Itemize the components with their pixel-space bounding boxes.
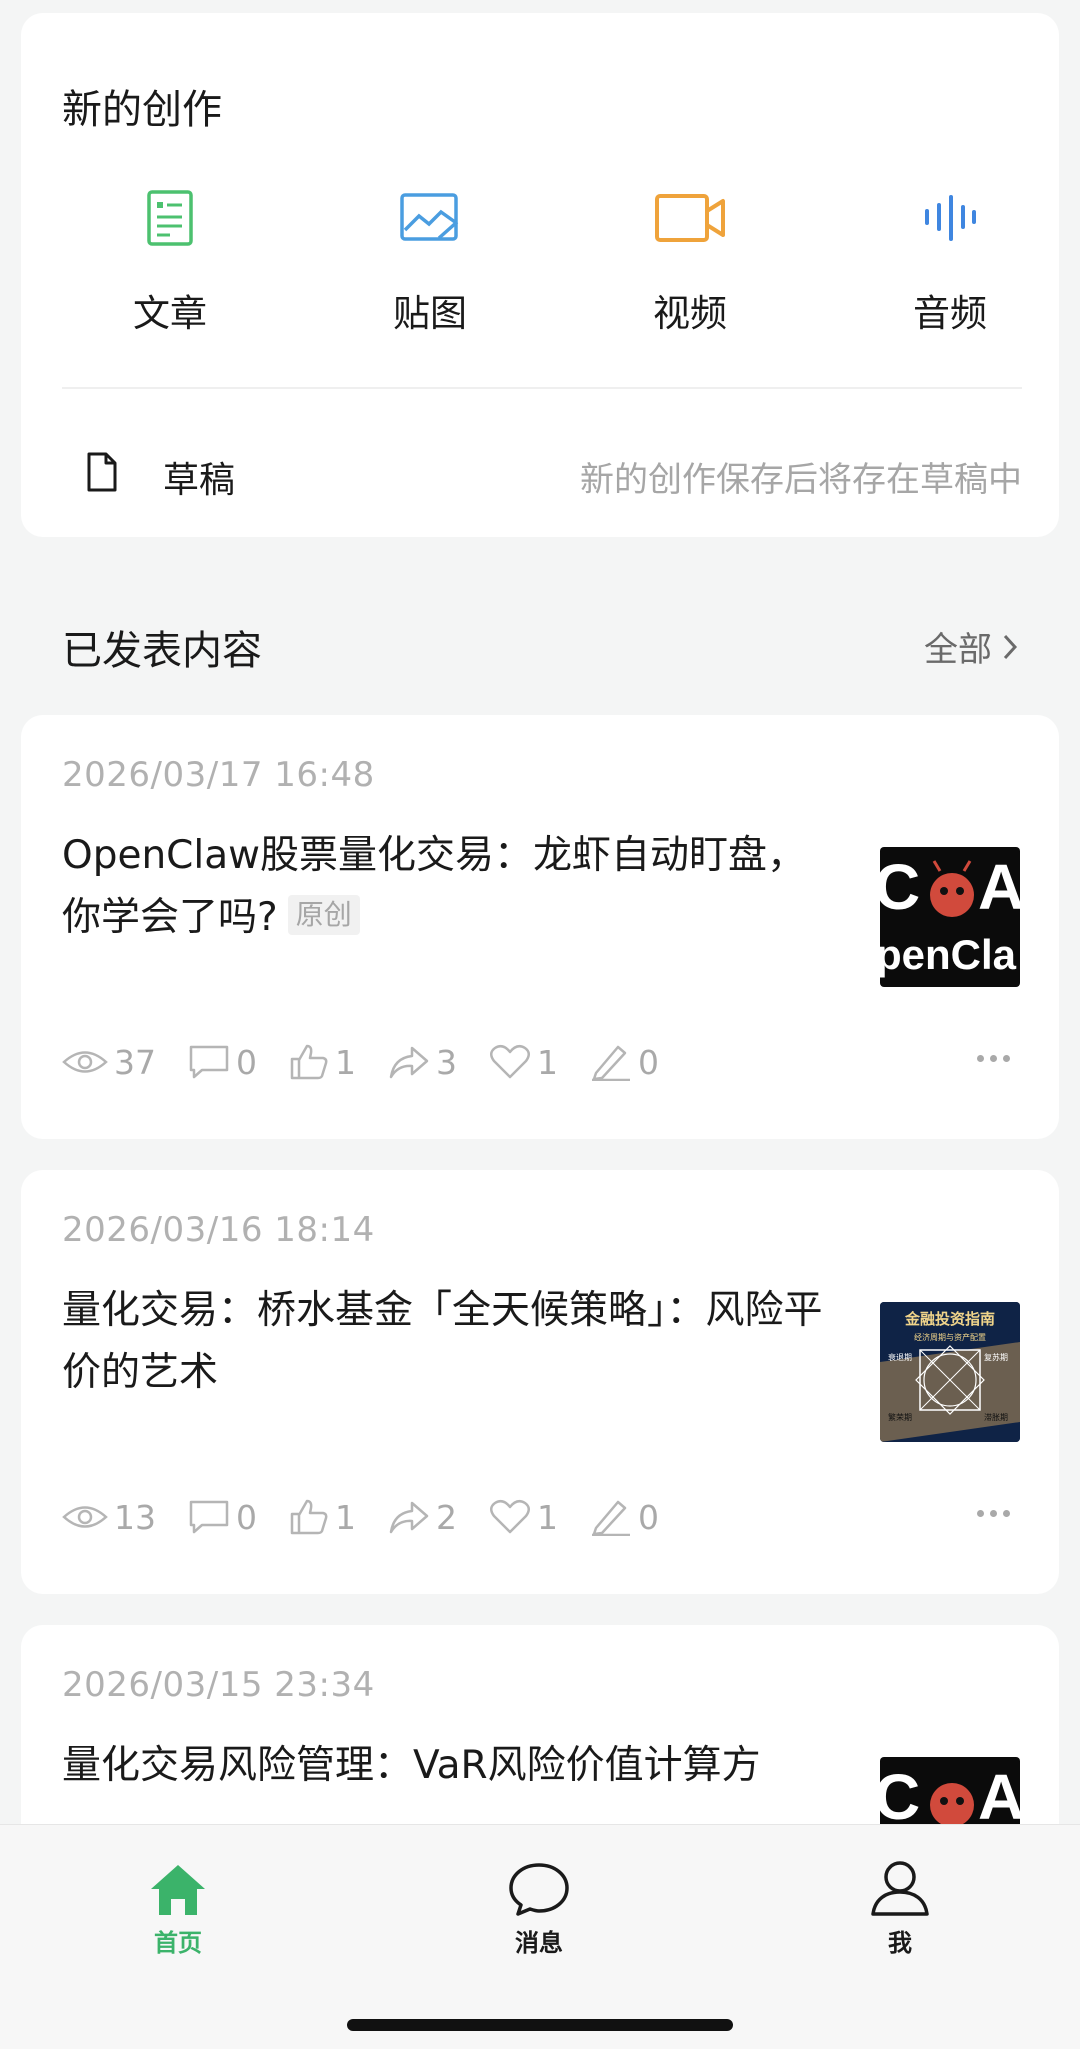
views-stat: 37 xyxy=(62,1043,156,1082)
tab-messages-label: 消息 xyxy=(515,1929,563,1957)
user-icon xyxy=(820,1855,980,1917)
article-icon xyxy=(70,183,270,253)
tab-messages[interactable]: 消息 xyxy=(459,1855,619,1958)
post-title-text: OpenClaw股票量化交易：龙虾自动盯盘，你学会了吗? xyxy=(62,833,807,940)
likes-stat: 1 xyxy=(289,1043,356,1082)
more-options-icon[interactable] xyxy=(977,1510,1010,1517)
heart-icon xyxy=(490,1499,530,1534)
thumbs-up-icon xyxy=(290,1044,328,1080)
shares-stat: 3 xyxy=(388,1043,457,1082)
likes-count: 1 xyxy=(335,1042,356,1082)
drafts-hint: 新的创作保存后将存在草稿中 xyxy=(580,460,1022,500)
tab-me-label: 我 xyxy=(888,1929,912,1957)
thumbnail-title: 金融投资指南 xyxy=(904,1310,995,1328)
svg-text:A: A xyxy=(978,851,1020,923)
post-stats: 37 0 1 3 1 0 xyxy=(62,1039,691,1085)
create-image-button[interactable]: 贴图 xyxy=(330,183,530,343)
more-options-icon[interactable] xyxy=(977,1055,1010,1062)
post-date: 2026/03/15 23:34 xyxy=(62,1665,375,1705)
post-card[interactable]: 2026/03/17 16:48 OpenClaw股票量化交易：龙虾自动盯盘，你… xyxy=(21,715,1059,1139)
notes-stat: 0 xyxy=(590,1498,659,1537)
document-icon xyxy=(86,451,118,497)
shares-count: 3 xyxy=(436,1042,457,1082)
svg-text:C: C xyxy=(880,851,920,923)
post-card[interactable]: 2026/03/16 18:14 量化交易：桥水基金「全天候策略」：风险平价的艺… xyxy=(21,1170,1059,1594)
views-count: 37 xyxy=(114,1042,156,1082)
comments-count: 0 xyxy=(236,1042,257,1082)
notes-stat: 0 xyxy=(590,1043,659,1082)
comment-icon xyxy=(189,1045,229,1079)
post-stats: 13 0 1 2 1 0 xyxy=(62,1494,691,1540)
shares-stat: 2 xyxy=(388,1498,457,1537)
chevron-right-icon xyxy=(1003,634,1018,659)
notes-count: 0 xyxy=(638,1497,659,1537)
create-video-label: 视频 xyxy=(653,292,727,335)
thumbs-up-icon xyxy=(290,1499,328,1535)
share-icon xyxy=(389,1046,429,1079)
drafts-label: 草稿 xyxy=(163,460,236,501)
favorites-count: 1 xyxy=(537,1497,558,1537)
create-image-label: 贴图 xyxy=(393,292,467,335)
tab-me[interactable]: 我 xyxy=(820,1855,980,1958)
likes-count: 1 xyxy=(335,1497,356,1537)
video-icon xyxy=(590,183,790,253)
comments-stat: 0 xyxy=(188,1498,257,1537)
post-title: 量化交易：桥水基金「全天候策略」：风险平价的艺术 xyxy=(62,1280,842,1404)
post-date: 2026/03/17 16:48 xyxy=(62,755,375,795)
thumbnail-text: penCla xyxy=(880,931,1017,978)
favorites-stat: 1 xyxy=(489,1498,558,1537)
home-indicator xyxy=(347,2019,733,2031)
divider xyxy=(62,387,1022,389)
pen-icon xyxy=(592,1045,630,1081)
comments-count: 0 xyxy=(236,1497,257,1537)
share-icon xyxy=(389,1501,429,1534)
create-audio-button[interactable]: 音频 xyxy=(850,183,1050,343)
drafts-row[interactable]: 草稿 新的创作保存后将存在草稿中 xyxy=(62,443,1022,507)
post-title: 量化交易风险管理：VaR风险价值计算方 xyxy=(62,1735,842,1797)
post-date: 2026/03/16 18:14 xyxy=(62,1210,375,1250)
see-all-link[interactable]: 全部 xyxy=(924,622,1018,671)
likes-stat: 1 xyxy=(289,1498,356,1537)
tab-home[interactable]: 首页 xyxy=(98,1855,258,1958)
eye-icon xyxy=(62,1051,108,1073)
create-video-button[interactable]: 视频 xyxy=(590,183,790,343)
heart-icon xyxy=(490,1044,530,1079)
new-creation-card: 新的创作 文章 贴图 视频 音频 草稿 新的创作保存后将存在草稿中 xyxy=(21,13,1059,537)
comments-stat: 0 xyxy=(188,1043,257,1082)
notes-count: 0 xyxy=(638,1042,659,1082)
quadrant-label: 繁荣期 xyxy=(888,1412,912,1422)
message-icon xyxy=(459,1855,619,1917)
post-title-text: 量化交易风险管理：VaR风险价值计算方 xyxy=(62,1743,761,1788)
published-content-title: 已发表内容 xyxy=(62,628,262,674)
post-title-text: 量化交易：桥水基金「全天候策略」：风险平价的艺术 xyxy=(62,1288,823,1395)
post-thumbnail: 金融投资指南 经济周期与资产配置 衰退期 复苏期 繁荣期 滞胀期 xyxy=(880,1302,1020,1442)
bottom-tab-bar: 首页 消息 我 xyxy=(0,1824,1080,2049)
eye-icon xyxy=(62,1506,108,1528)
favorites-count: 1 xyxy=(537,1042,558,1082)
quadrant-label: 复苏期 xyxy=(984,1352,1008,1362)
create-article-button[interactable]: 文章 xyxy=(70,183,270,343)
views-count: 13 xyxy=(114,1497,156,1537)
shares-count: 2 xyxy=(436,1497,457,1537)
create-article-label: 文章 xyxy=(133,292,207,335)
comment-icon xyxy=(189,1500,229,1534)
tab-home-label: 首页 xyxy=(154,1929,202,1957)
svg-text:A: A xyxy=(978,1761,1020,1833)
post-title: OpenClaw股票量化交易：龙虾自动盯盘，你学会了吗? 原创 xyxy=(62,825,842,949)
post-thumbnail: C A penCla xyxy=(880,847,1020,987)
views-stat: 13 xyxy=(62,1498,156,1537)
image-icon xyxy=(330,183,530,253)
audio-icon xyxy=(850,183,1050,253)
see-all-label: 全部 xyxy=(924,630,992,670)
thumbnail-subtitle: 经济周期与资产配置 xyxy=(914,1332,986,1342)
home-icon xyxy=(98,1855,258,1917)
svg-text:C: C xyxy=(880,1761,920,1833)
pen-icon xyxy=(592,1500,630,1536)
new-creation-title: 新的创作 xyxy=(62,87,222,133)
original-badge: 原创 xyxy=(287,895,360,935)
create-audio-label: 音频 xyxy=(913,292,987,335)
quadrant-label: 衰退期 xyxy=(888,1352,912,1362)
favorites-stat: 1 xyxy=(489,1043,558,1082)
quadrant-label: 滞胀期 xyxy=(984,1412,1008,1422)
